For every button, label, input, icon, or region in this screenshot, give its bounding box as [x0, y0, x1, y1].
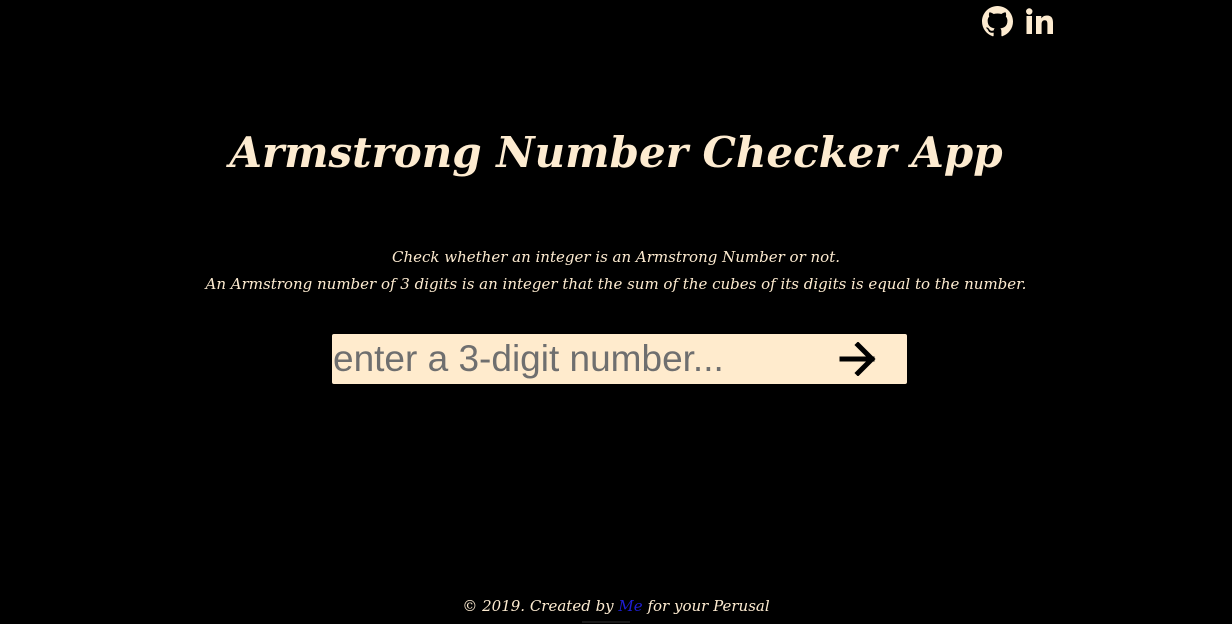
- number-form: [332, 334, 907, 384]
- footer-me-link[interactable]: Me: [618, 597, 642, 615]
- linkedin-link[interactable]: [1025, 7, 1055, 36]
- footer-prefix: © 2019. Created by: [462, 597, 614, 615]
- app-description: Check whether an integer is an Armstrong…: [0, 244, 1232, 298]
- submit-button[interactable]: [827, 334, 907, 384]
- github-link[interactable]: [982, 6, 1013, 37]
- page-title: Armstrong Number Checker App: [229, 128, 1003, 177]
- description-line-2: An Armstrong number of 3 digits is an in…: [205, 275, 1027, 293]
- footer-suffix: for your Perusal: [647, 597, 770, 615]
- footer: © 2019. Created by Me for your Perusal: [0, 597, 1232, 615]
- number-input[interactable]: [332, 335, 827, 383]
- description-line-1: Check whether an integer is an Armstrong…: [391, 248, 840, 266]
- github-icon: [982, 6, 1013, 37]
- social-links: [982, 6, 1055, 37]
- arrow-right-icon: [839, 342, 876, 376]
- linkedin-icon: [1026, 7, 1053, 34]
- footer-divider: [582, 621, 630, 623]
